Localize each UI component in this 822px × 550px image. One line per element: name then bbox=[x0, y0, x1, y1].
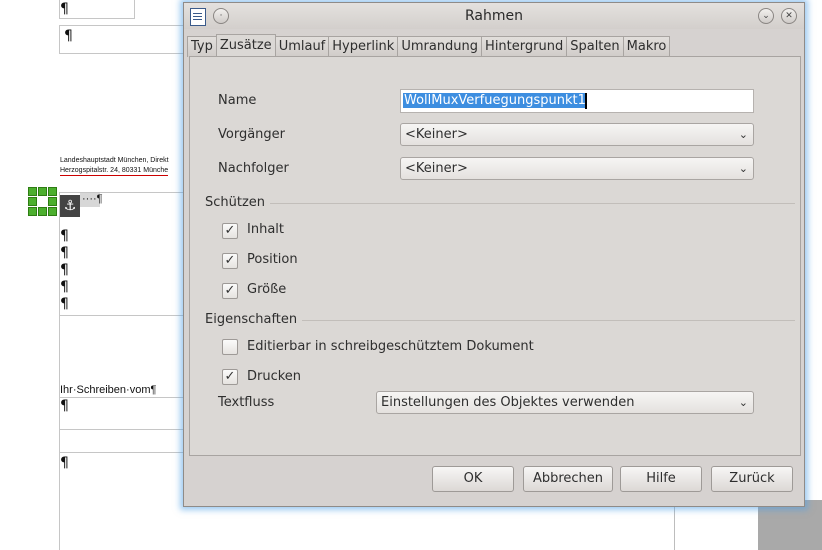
frame-border bbox=[59, 192, 184, 193]
tab-spalten[interactable]: Spalten bbox=[566, 36, 624, 57]
protect-content-checkbox[interactable]: ✓ bbox=[222, 223, 238, 239]
tab-bar: Typ Zusätze Umlauf Hyperlink Umrandung Hinter… bbox=[187, 34, 671, 57]
paragraph-mark: ¶ bbox=[60, 245, 69, 261]
chevron-down-icon: ⌄ bbox=[738, 128, 748, 141]
paragraph-mark: ¶ bbox=[60, 1, 69, 17]
editable-readonly-checkbox[interactable] bbox=[222, 339, 238, 355]
tab-zusaetze[interactable]: Zusätze bbox=[215, 34, 276, 57]
frame-border bbox=[134, 0, 135, 18]
name-field[interactable]: WollMuxVerfuegungspunkt1 bbox=[400, 89, 754, 113]
tab-makro[interactable]: Makro bbox=[622, 36, 671, 57]
next-dropdown[interactable]: <Keiner> ⌄ bbox=[400, 157, 754, 180]
paragraph-mark: ¶ bbox=[60, 228, 69, 244]
previous-value: <Keiner> bbox=[405, 127, 468, 142]
tab-typ[interactable]: Typ bbox=[187, 36, 217, 57]
textflow-dropdown[interactable]: Einstellungen des Objektes verwenden ⌄ bbox=[376, 391, 754, 414]
section-divider bbox=[302, 320, 795, 321]
protect-size-checkbox[interactable]: ✓ bbox=[222, 283, 238, 299]
tab-hyperlink[interactable]: Hyperlink bbox=[328, 36, 399, 57]
frame-border bbox=[59, 25, 184, 26]
section-divider bbox=[270, 203, 795, 204]
tab-panel-zusaetze: Name WollMuxVerfuegungspunkt1 Vorgänger … bbox=[189, 56, 801, 456]
text-cursor bbox=[585, 93, 587, 109]
paragraph-dots: ····¶ bbox=[82, 193, 103, 205]
chevron-down-icon[interactable]: ⌄ bbox=[758, 8, 774, 24]
paragraph-mark: ¶ bbox=[60, 455, 69, 471]
dialog-titlebar[interactable]: · Rahmen ⌄ ✕ bbox=[184, 3, 804, 29]
anchor-icon[interactable]: ⚓ bbox=[60, 195, 80, 217]
name-field-value: WollMuxVerfuegungspunkt1 bbox=[403, 93, 587, 108]
paragraph-mark: ¶ bbox=[60, 296, 69, 312]
cancel-button[interactable]: Abbrechen bbox=[523, 466, 613, 492]
frame-border bbox=[59, 429, 184, 430]
frame-dialog: · Rahmen ⌄ ✕ Typ Zusätze Umlauf Hyperlink Um… bbox=[183, 2, 805, 507]
protect-size-label: Größe bbox=[247, 282, 287, 297]
page-edge bbox=[674, 505, 675, 550]
close-icon[interactable]: ✕ bbox=[781, 8, 797, 24]
paragraph-mark: ¶ bbox=[60, 279, 69, 295]
tab-umlauf[interactable]: Umlauf bbox=[274, 36, 330, 57]
protect-position-label: Position bbox=[247, 252, 298, 267]
previous-label: Vorgänger bbox=[218, 127, 286, 142]
protect-heading: Schützen bbox=[205, 195, 266, 210]
paragraph-mark: ¶ bbox=[60, 398, 69, 414]
back-button[interactable]: Zurück bbox=[711, 466, 793, 492]
next-value: <Keiner> bbox=[405, 161, 468, 176]
frame-border bbox=[59, 397, 184, 398]
frame-border bbox=[59, 53, 184, 54]
protect-position-checkbox[interactable]: ✓ bbox=[222, 253, 238, 269]
textflow-value: Einstellungen des Objektes verwenden bbox=[381, 395, 635, 410]
print-checkbox[interactable]: ✓ bbox=[222, 369, 238, 385]
chevron-down-icon: ⌄ bbox=[738, 162, 748, 175]
frame-border bbox=[59, 452, 184, 453]
textflow-label: Textfluss bbox=[218, 395, 275, 410]
frame-selection-handles[interactable] bbox=[28, 187, 57, 216]
previous-dropdown[interactable]: <Keiner> ⌄ bbox=[400, 123, 754, 146]
frame-border bbox=[59, 315, 184, 316]
ok-button[interactable]: OK bbox=[432, 466, 514, 492]
editable-readonly-label: Editierbar in schreibgeschütztem Dokumen… bbox=[247, 339, 534, 354]
paragraph-mark: ¶ bbox=[60, 262, 69, 278]
next-label: Nachfolger bbox=[218, 161, 289, 176]
name-label: Name bbox=[218, 93, 257, 108]
frame-border bbox=[59, 18, 135, 19]
address-line-2: Herzogspitalstr. 24, 80331 Münche bbox=[60, 167, 169, 176]
address-line-1: Landeshauptstadt München, Direkt bbox=[60, 157, 169, 164]
tab-umrandung[interactable]: Umrandung bbox=[397, 36, 483, 57]
properties-heading: Eigenschaften bbox=[205, 312, 298, 327]
print-label: Drucken bbox=[247, 369, 302, 384]
frame-border bbox=[59, 25, 60, 53]
paragraph-mark: ¶ bbox=[64, 28, 73, 44]
chevron-down-icon: ⌄ bbox=[738, 396, 748, 409]
dialog-title: Rahmen bbox=[465, 8, 523, 24]
protect-content-label: Inhalt bbox=[247, 222, 284, 237]
help-button[interactable]: Hilfe bbox=[620, 466, 702, 492]
ihr-schreiben-text: Ihr·Schreiben·vom¶ bbox=[60, 384, 157, 396]
page-gutter bbox=[758, 500, 822, 550]
tab-hintergrund[interactable]: Hintergrund bbox=[481, 36, 568, 57]
